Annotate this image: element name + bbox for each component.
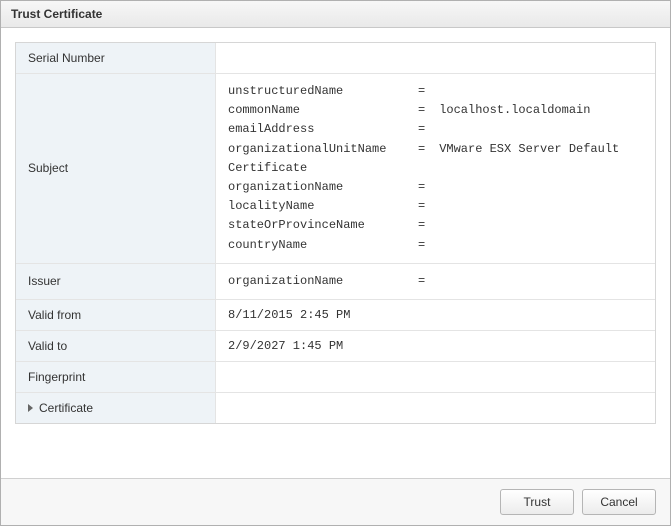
dialog-title: Trust Certificate [1, 1, 670, 28]
value-issuer: organizationName= [216, 264, 655, 299]
cancel-button[interactable]: Cancel [582, 489, 656, 515]
kv-key: organizationalUnitName [228, 140, 418, 159]
label-certificate-expandable[interactable]: Certificate [16, 393, 216, 423]
kv-equals: = [418, 197, 432, 216]
row-serial-number: Serial Number [16, 43, 655, 74]
kv-line: stateOrProvinceName= [228, 216, 643, 235]
kv-key: Certificate [228, 159, 418, 178]
trust-certificate-dialog: Trust Certificate Serial Number Subject … [0, 0, 671, 526]
chevron-right-icon [28, 404, 33, 412]
label-subject: Subject [16, 74, 216, 263]
kv-equals: = [418, 178, 432, 197]
kv-key: countryName [228, 236, 418, 255]
label-certificate-text: Certificate [39, 401, 93, 415]
kv-line: emailAddress= [228, 120, 643, 139]
value-subject: unstructuredName=commonName= localhost.l… [216, 74, 655, 263]
row-subject: Subject unstructuredName=commonName= loc… [16, 74, 655, 264]
kv-line: Certificate [228, 159, 643, 178]
kv-key: unstructuredName [228, 82, 418, 101]
value-valid-from: 8/11/2015 2:45 PM [216, 300, 655, 330]
trust-button[interactable]: Trust [500, 489, 574, 515]
value-fingerprint [216, 362, 655, 392]
row-valid-from: Valid from 8/11/2015 2:45 PM [16, 300, 655, 331]
label-valid-to: Valid to [16, 331, 216, 361]
kv-key: stateOrProvinceName [228, 216, 418, 235]
kv-line: organizationName= [228, 178, 643, 197]
value-serial-number [216, 43, 655, 73]
dialog-footer: Trust Cancel [1, 478, 670, 525]
kv-key: emailAddress [228, 120, 418, 139]
kv-line: countryName= [228, 236, 643, 255]
label-valid-from: Valid from [16, 300, 216, 330]
kv-equals: = [418, 101, 432, 120]
kv-equals: = [418, 216, 432, 235]
label-fingerprint: Fingerprint [16, 362, 216, 392]
row-fingerprint: Fingerprint [16, 362, 655, 393]
kv-line: organizationName= [228, 272, 643, 291]
kv-key: localityName [228, 197, 418, 216]
label-serial-number: Serial Number [16, 43, 216, 73]
row-valid-to: Valid to 2/9/2027 1:45 PM [16, 331, 655, 362]
kv-equals: = [418, 236, 432, 255]
kv-equals: = [418, 140, 432, 159]
dialog-content: Serial Number Subject unstructuredName=c… [1, 28, 670, 478]
kv-line: organizationalUnitName= VMware ESX Serve… [228, 140, 643, 159]
value-certificate [216, 393, 655, 423]
row-certificate: Certificate [16, 393, 655, 423]
kv-key: commonName [228, 101, 418, 120]
label-issuer: Issuer [16, 264, 216, 299]
kv-key: organizationName [228, 272, 418, 291]
kv-key: organizationName [228, 178, 418, 197]
kv-line: commonName= localhost.localdomain [228, 101, 643, 120]
row-issuer: Issuer organizationName= [16, 264, 655, 300]
kv-value: localhost.localdomain [432, 101, 590, 120]
kv-line: unstructuredName= [228, 82, 643, 101]
value-valid-to: 2/9/2027 1:45 PM [216, 331, 655, 361]
kv-line: localityName= [228, 197, 643, 216]
kv-equals: = [418, 120, 432, 139]
certificate-details-table: Serial Number Subject unstructuredName=c… [15, 42, 656, 424]
kv-equals: = [418, 82, 432, 101]
kv-value: VMware ESX Server Default [432, 140, 619, 159]
kv-equals: = [418, 272, 432, 291]
